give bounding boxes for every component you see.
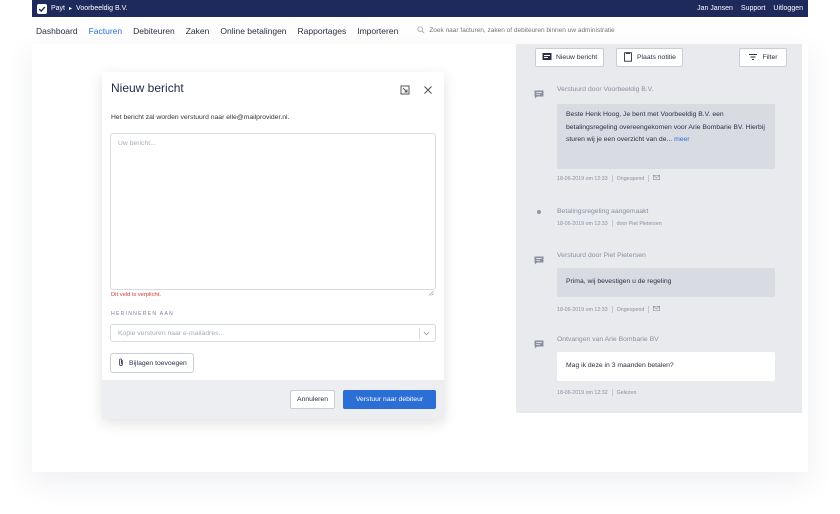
nav-item-debiteuren[interactable]: Debiteuren	[133, 26, 175, 36]
event-message-text: Mag ik deze in 3 maanden betalen?	[566, 362, 674, 369]
recipient-text: Het bericht zal worden verstuurd naar el…	[111, 114, 290, 121]
event-title: Verstuurd door Piet Pietersen	[557, 252, 646, 259]
event-date: 18-06-2019 om 12:32	[557, 389, 608, 396]
reminder-label: HERINNEREN AAN	[111, 311, 174, 317]
filter-label: Filter	[762, 54, 778, 61]
user-name-link[interactable]: Jan Jansen	[697, 5, 733, 12]
new-message-label: Nieuw bericht	[556, 54, 598, 61]
event-status: Ongeopend	[616, 306, 645, 313]
select-divider	[419, 328, 420, 339]
support-link[interactable]: Support	[741, 5, 766, 12]
event-message-text: Prima, wij bevestigen u de regeling	[566, 278, 672, 285]
add-note-label: Plaats notitie	[637, 54, 676, 61]
nav-item-online-betalingen[interactable]: Online betalingen	[220, 26, 286, 36]
cancel-button[interactable]: Annuleren	[290, 390, 335, 409]
company-name[interactable]: Voorbeeldig B.V.	[76, 5, 128, 12]
add-attachments-button[interactable]: Bijlagen toevoegen	[110, 353, 194, 373]
event-status: Ongeopend	[616, 175, 645, 182]
event-title: Betalingsregeling aangemaakt	[557, 208, 649, 215]
close-icon[interactable]	[423, 82, 433, 94]
copy-email-select[interactable]: Kopie versturen naar e-mailadres...	[110, 324, 436, 342]
breadcrumb-arrow-icon: ▸	[69, 6, 73, 12]
event-date: 18-06-2019 om 12:33	[557, 306, 608, 313]
nav-item-facturen[interactable]: Facturen	[89, 26, 123, 36]
nav-item-importeren[interactable]: Importeren	[357, 26, 398, 36]
required-error: Dit veld is verplicht.	[111, 292, 161, 298]
top-bar: Payt ▸ Voorbeeldig B.V. Jan Jansen Suppo…	[32, 0, 808, 17]
add-attachments-label: Bijlagen toevoegen	[129, 359, 187, 367]
minimize-icon[interactable]	[400, 82, 410, 95]
event-message-bubble: Prima, wij bevestigen u de regeling	[557, 268, 775, 297]
add-note-button[interactable]: Plaats notitie	[616, 48, 683, 67]
message-textarea[interactable]	[110, 133, 436, 290]
message-icon	[534, 86, 544, 99]
event-author: door Piet Pietersen	[616, 220, 662, 227]
event-dot-icon	[537, 210, 541, 214]
search-box	[417, 25, 670, 36]
meta-separator	[611, 306, 613, 313]
event-message-bubble: Mag ik deze in 3 maanden betalen?	[557, 352, 775, 381]
meta-separator	[611, 220, 613, 227]
envelope-icon	[653, 175, 661, 182]
filter-icon	[748, 52, 762, 64]
event-message-text: Beste Henk Hoog, Je bent met Voorbeeldig…	[566, 111, 765, 143]
message-icon	[534, 336, 544, 349]
chevron-down-icon[interactable]	[423, 330, 430, 337]
event-title: Verstuurd door Voorbeeldig B.V.	[557, 86, 654, 93]
note-icon	[623, 51, 637, 64]
payt-logo-icon[interactable]	[37, 3, 47, 14]
event-meta: 18-06-2019 om 12:32 Gelezen	[557, 389, 636, 396]
timeline-panel: Nieuw bericht Plaats notitie Filter Vers…	[516, 44, 802, 413]
meta-separator	[611, 175, 613, 182]
logout-link[interactable]: Uitloggen	[773, 5, 803, 12]
event-meta: 18-06-2019 om 12:33 Ongeopend	[557, 175, 661, 182]
paperclip-icon	[117, 357, 129, 369]
message-icon	[542, 52, 556, 64]
event-message-bubble: Beste Henk Hoog, Je bent met Voorbeeldig…	[557, 104, 775, 169]
modal-footer: Annuleren Verstuur naar debiteur	[102, 380, 444, 419]
event-meta: 18-06-2019 om 12:33 Ongeopend	[557, 306, 661, 313]
message-icon	[534, 252, 544, 265]
send-to-debtor-button[interactable]: Verstuur naar debiteur	[343, 390, 436, 409]
search-icon	[417, 25, 429, 36]
meta-separator	[611, 389, 613, 396]
modal-title: Nieuw bericht	[111, 81, 184, 95]
event-status: Gelezen	[616, 389, 637, 396]
nav-item-zaken[interactable]: Zaken	[186, 26, 210, 36]
event-date: 18-06-2019 om 12:33	[557, 220, 608, 227]
envelope-icon	[653, 306, 661, 313]
app-name[interactable]: Payt	[51, 5, 65, 12]
new-message-modal: Nieuw bericht Het bericht zal worden ver…	[102, 72, 444, 419]
search-input[interactable]	[429, 27, 670, 34]
event-title: Ontvangen van Arie Bombarie BV	[557, 336, 659, 343]
filter-button[interactable]: Filter	[739, 48, 787, 67]
event-meta: 18-06-2019 om 12:33 door Piet Pietersen	[557, 220, 662, 227]
main-nav: Dashboard Facturen Debiteuren Zaken Onli…	[32, 17, 808, 44]
new-message-button[interactable]: Nieuw bericht	[535, 48, 605, 67]
nav-item-rapportages[interactable]: Rapportages	[298, 26, 347, 36]
event-date: 18-06-2019 om 12:33	[557, 175, 608, 182]
copy-email-placeholder: Kopie versturen naar e-mailadres...	[118, 329, 225, 337]
meta-separator	[648, 175, 650, 182]
meta-separator	[648, 306, 650, 313]
top-right-links: Jan Jansen Support Uitloggen	[697, 5, 803, 12]
nav-item-dashboard[interactable]: Dashboard	[36, 26, 78, 36]
resize-grip-icon[interactable]	[428, 283, 434, 296]
read-more-link[interactable]: meer	[674, 136, 690, 143]
